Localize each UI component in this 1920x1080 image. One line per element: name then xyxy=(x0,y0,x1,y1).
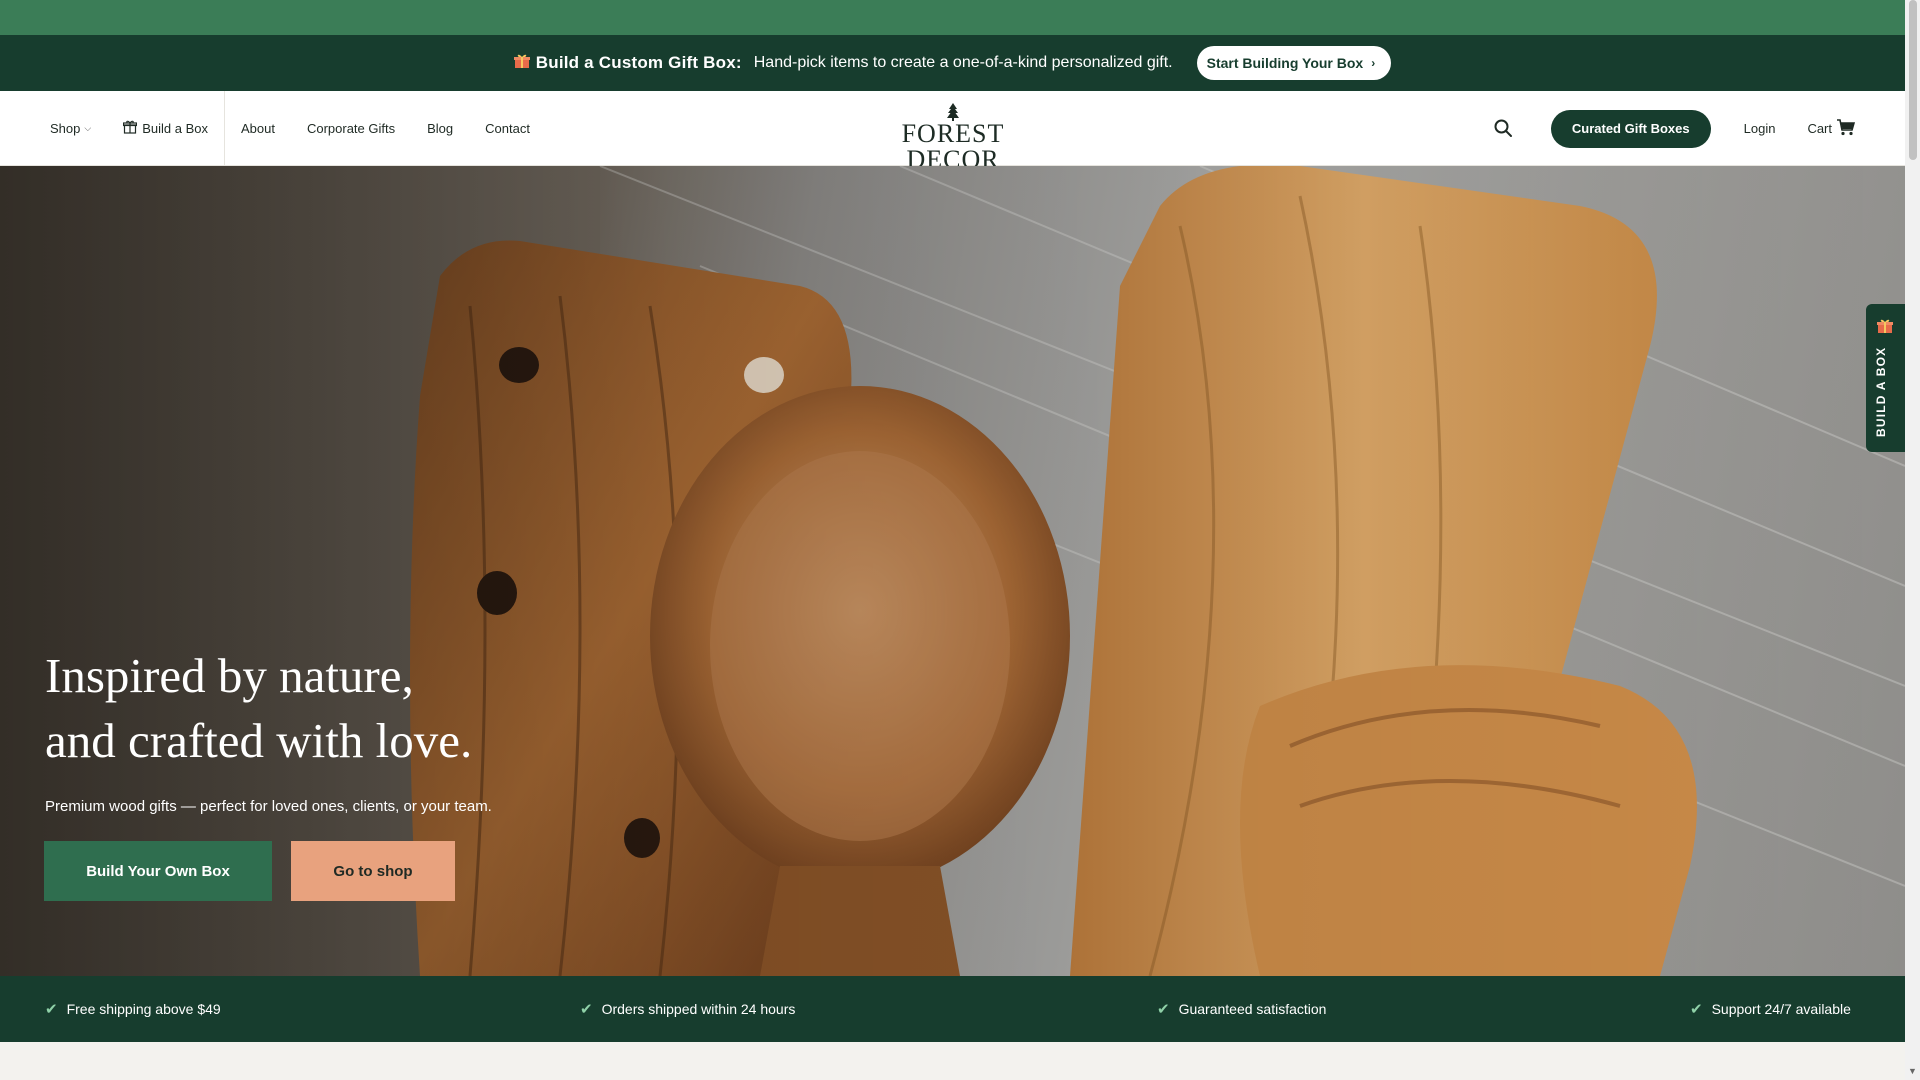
benefit-item: ✔ Support 24/7 available xyxy=(1690,976,1851,1042)
hero-title-line-2: and crafted with love. xyxy=(45,713,473,768)
benefit-item: ✔ Orders shipped within 24 hours xyxy=(580,976,795,1042)
chevron-right-icon: › xyxy=(1371,56,1376,70)
announcement-message: Hand-pick items to create a one-of-a-kin… xyxy=(753,54,1173,71)
scroll-down-arrow-icon[interactable]: ▼ xyxy=(1908,1066,1917,1076)
benefit-label: Free shipping above $49 xyxy=(66,1001,221,1017)
benefit-label: Guaranteed satisfaction xyxy=(1178,1001,1327,1017)
check-icon: ✔ xyxy=(580,1001,593,1018)
login-link[interactable]: Login xyxy=(1744,121,1776,136)
cart-link[interactable]: Cart xyxy=(1807,118,1856,139)
main-nav: Shop ⌵ Build a Box About Corporate Gifts… xyxy=(50,91,562,166)
announcement-bar: Build a Custom Gift Box: Hand-pick items… xyxy=(0,35,1905,91)
benefit-item: ✔ Guaranteed satisfaction xyxy=(1157,976,1326,1042)
scrollbar-thumb[interactable] xyxy=(1909,0,1917,160)
hero-title: Inspired by nature, and crafted with lov… xyxy=(45,643,472,773)
gift-icon xyxy=(1877,318,1893,338)
nav-divider xyxy=(223,91,225,166)
site-header: Shop ⌵ Build a Box About Corporate Gifts… xyxy=(0,91,1905,173)
chevron-down-icon: ⌵ xyxy=(84,123,92,133)
nav-shop-label: Shop xyxy=(50,121,81,136)
build-your-own-box-button[interactable]: Build Your Own Box xyxy=(44,841,272,901)
start-building-label: Start Building Your Box xyxy=(1206,55,1364,71)
page: Build a Custom Gift Box: Hand-pick items… xyxy=(0,0,1905,1080)
hero-title-line-1: Inspired by nature, xyxy=(45,648,414,703)
site-logo[interactable]: FOREST DECOR xyxy=(858,103,1048,173)
check-icon: ✔ xyxy=(1157,1001,1170,1018)
hero-section: Inspired by nature, and crafted with lov… xyxy=(0,166,1905,976)
cart-label: Cart xyxy=(1807,121,1832,136)
hero-image xyxy=(0,166,1905,976)
hero-subtitle: Premium wood gifts — perfect for loved o… xyxy=(45,798,492,815)
header-actions: Curated Gift Boxes Login Cart xyxy=(1493,91,1856,166)
go-to-shop-button[interactable]: Go to shop xyxy=(291,841,455,901)
nav-build-a-box[interactable]: Build a Box xyxy=(123,120,208,137)
start-building-button[interactable]: Start Building Your Box › xyxy=(1196,46,1392,80)
check-icon: ✔ xyxy=(45,1001,58,1018)
nav-corporate-gifts[interactable]: Corporate Gifts xyxy=(307,121,395,136)
nav-contact[interactable]: Contact xyxy=(485,121,530,136)
nav-blog[interactable]: Blog xyxy=(427,121,453,136)
announcement-headline: Build a Custom Gift Box: xyxy=(535,53,742,72)
nav-shop[interactable]: Shop ⌵ xyxy=(50,121,91,136)
gift-icon xyxy=(513,53,530,74)
side-tab-label: BUILD A BOX xyxy=(1874,346,1888,437)
search-icon[interactable] xyxy=(1493,118,1515,140)
cart-icon xyxy=(1832,118,1856,139)
curated-gift-boxes-button[interactable]: Curated Gift Boxes xyxy=(1550,109,1711,148)
page-scrollbar[interactable]: ▼ xyxy=(1905,0,1920,1080)
gift-box-icon xyxy=(123,120,138,137)
benefit-item: ✔ Free shipping above $49 xyxy=(45,976,221,1042)
top-strip xyxy=(0,0,1905,35)
nav-about[interactable]: About xyxy=(241,121,275,136)
benefits-bar: ✔ Free shipping above $49 ✔ Orders shipp… xyxy=(0,976,1905,1042)
benefit-label: Support 24/7 available xyxy=(1711,1001,1851,1017)
build-a-box-side-tab[interactable]: BUILD A BOX xyxy=(1866,304,1905,452)
benefit-label: Orders shipped within 24 hours xyxy=(601,1001,796,1017)
check-icon: ✔ xyxy=(1690,1001,1703,1018)
nav-build-a-box-label: Build a Box xyxy=(142,121,208,136)
